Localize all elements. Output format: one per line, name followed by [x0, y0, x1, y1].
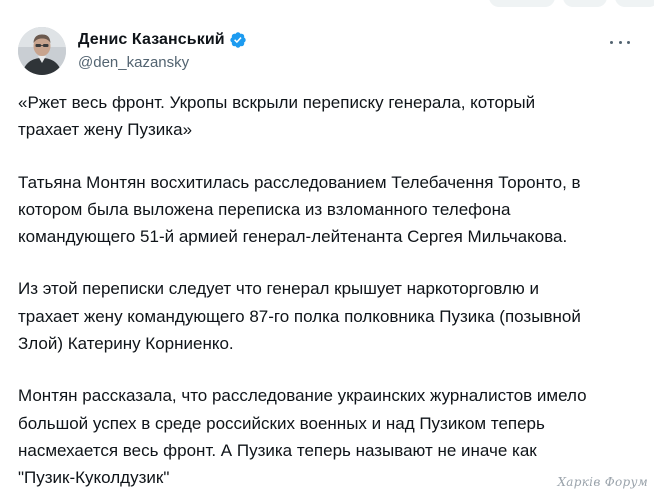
- author-handle[interactable]: @den_kazansky: [78, 54, 247, 71]
- top-action-pills: [489, 0, 654, 7]
- tweet-text: «Ржет весь фронт. Укропы вскрыли перепис…: [18, 89, 646, 492]
- verified-badge-icon[interactable]: [229, 31, 247, 49]
- tweet-paragraph: Татьяна Монтян восхитилась расследование…: [18, 172, 581, 247]
- action-pill[interactable]: [563, 0, 607, 7]
- watermark: Харків Форум: [557, 475, 648, 489]
- avatar[interactable]: [18, 27, 66, 75]
- action-pill[interactable]: [489, 0, 555, 7]
- tweet-header: Денис Казанський @den_kazansky: [18, 27, 638, 75]
- author-display-name[interactable]: Денис Казанський: [78, 31, 225, 49]
- more-dot: [610, 40, 613, 44]
- tweet-paragraph: Из этой переписки следует что генерал кр…: [18, 279, 581, 354]
- author-name-row: Денис Казанський: [78, 30, 247, 50]
- author-info: Денис Казанський @den_kazansky: [78, 30, 247, 71]
- more-dot: [627, 40, 630, 44]
- tweet-paragraph: Монтян рассказала, что расследование укр…: [18, 386, 587, 488]
- avatar-image: [18, 27, 66, 75]
- action-pill[interactable]: [615, 0, 654, 7]
- more-dot: [618, 40, 622, 44]
- tweet-paragraph: «Ржет весь фронт. Укропы вскрыли перепис…: [18, 93, 536, 140]
- more-options-icon[interactable]: [610, 35, 630, 49]
